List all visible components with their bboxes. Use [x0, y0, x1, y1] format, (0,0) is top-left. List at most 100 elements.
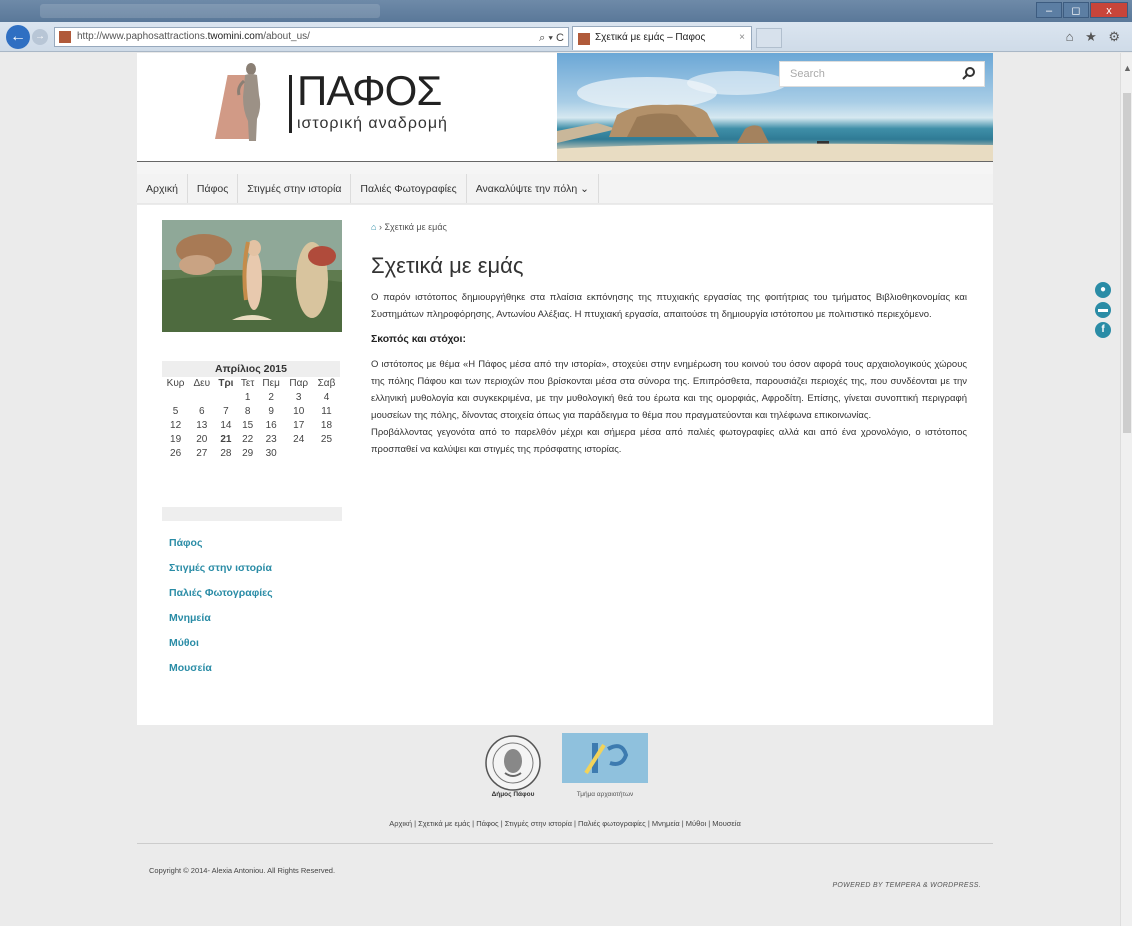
tab-close-icon[interactable]: ×	[739, 27, 745, 49]
contact-icon[interactable]: ▬	[1095, 302, 1111, 318]
section-heading: Σκοπός και στόχοι:	[371, 333, 466, 345]
calendar-day-cell: 27	[196, 448, 208, 459]
calendar-day-cell: 4	[323, 392, 330, 403]
logo-title: ΠΑΦΟΣ	[297, 67, 442, 114]
url-prefix: http://www.paphosattractions.	[77, 31, 208, 42]
breadcrumb: ⌂ › Σχετικά με εμάς	[371, 222, 447, 232]
close-window-button[interactable]: x	[1090, 2, 1128, 18]
sidebar-widget-header	[162, 507, 342, 521]
back-button[interactable]: ←	[6, 25, 30, 49]
calendar-day-cell: 12	[170, 420, 182, 431]
sidebar-link-pafos[interactable]: Πάφος	[169, 531, 273, 556]
calendar-day-header: Δευ	[193, 378, 211, 389]
sidebar-link-museums[interactable]: Μουσεία	[169, 656, 273, 681]
calendar-day-cell: 14	[220, 420, 232, 431]
user-icon[interactable]: ●	[1095, 282, 1111, 298]
home-icon[interactable]: ⌂	[371, 222, 376, 232]
footer-menu[interactable]: Αρχική | Σχετικά με εμάς | Πάφος | Στιγμ…	[137, 819, 993, 828]
powered-by-link[interactable]: POWERED BY TEMPERA & WORDPRESS.	[832, 882, 981, 889]
address-bar[interactable]: http://www.paphosattractions.twomini.com…	[54, 27, 569, 47]
taskbar-tabs	[40, 4, 380, 18]
site-favicon	[59, 31, 71, 43]
forward-button[interactable]: →	[32, 29, 48, 45]
calendar-day-cell: 22	[242, 434, 254, 445]
scroll-up-icon[interactable]: ▲	[1123, 63, 1132, 73]
calendar-week-row: 19 20 21 22 23 24 25	[162, 433, 340, 447]
sidebar-link-history[interactable]: Στιγμές στην ιστορία	[169, 556, 273, 581]
nav-item-discover[interactable]: Ανακαλύψτε την πόλη ⌄	[467, 174, 599, 203]
new-tab-button[interactable]	[756, 28, 782, 48]
sidebar-link-monuments[interactable]: Μνημεία	[169, 606, 273, 631]
logo-subtitle: ιστορική αναδρομή	[297, 115, 448, 132]
browser-icons[interactable]: ⌂ ★ ⚙	[1066, 29, 1124, 45]
calendar-day-cell: 29	[242, 448, 254, 459]
logo-bar	[289, 75, 292, 133]
scrollbar[interactable]: ▲	[1120, 53, 1132, 926]
site-logo[interactable]: ΠΑΦΟΣ ιστορική αναδρομή	[289, 67, 448, 133]
calendar-day-cell: 24	[293, 434, 305, 445]
calendar-day-cell: 5	[172, 406, 179, 417]
breadcrumb-current: Σχετικά με εμάς	[384, 222, 447, 232]
paragraph-history: Προβάλλοντας γεγονότα από το παρελθόν μέ…	[371, 427, 967, 455]
statue-icon	[237, 63, 261, 141]
maximize-button[interactable]: ◻	[1063, 2, 1089, 18]
nav-item-history[interactable]: Στιγμές στην ιστορία	[238, 174, 352, 203]
calendar-week-row: 26 27 28 29 30	[162, 447, 340, 461]
tab-favicon	[578, 33, 590, 45]
calendar-caption: Απρίλιος 2015	[162, 361, 340, 377]
main-navigation: Αρχική Πάφος Στιγμές στην ιστορία Παλιές…	[137, 174, 993, 204]
calendar-day-cell: 18	[320, 420, 333, 431]
calendar-day-cell: 26	[170, 448, 182, 459]
nav-item-pafos[interactable]: Πάφος	[188, 174, 239, 203]
calendar-day-cell: 20	[196, 434, 208, 445]
calendar-day-header: Κυρ	[166, 378, 185, 389]
page-title: Σχετικά με εμάς	[371, 253, 524, 278]
nav-item-home[interactable]: Αρχική	[137, 174, 188, 203]
calendar-table: Κυρ Δευ Τρι Τετ Πεμ Παρ Σαβ 1 2 3 4 5 6 7 8 9 10 11 12 13 1…	[162, 377, 340, 461]
municipality-logo[interactable]	[483, 733, 543, 793]
sidebar-link-myths[interactable]: Μύθοι	[169, 631, 273, 656]
calendar-day-cell: 17	[293, 420, 305, 431]
calendar-day-cell: 21	[220, 434, 232, 445]
sidebar-link-old-photos[interactable]: Παλιές Φωτογραφίες	[169, 581, 273, 606]
search-input[interactable]: Search	[779, 61, 985, 87]
calendar-day-header: Τετ	[240, 378, 255, 389]
facebook-icon[interactable]: f	[1095, 322, 1111, 338]
sidebar-painting-image	[162, 220, 342, 332]
calendar-day-cell: 10	[293, 406, 305, 417]
search-icon[interactable]	[962, 66, 976, 80]
footer-divider	[137, 843, 993, 844]
scrollbar-thumb[interactable]	[1123, 93, 1131, 433]
calendar-day-cell	[284, 447, 313, 461]
minimize-button[interactable]: –	[1036, 2, 1062, 18]
calendar-week-row: 1 2 3 4	[162, 391, 340, 405]
calendar-day-header: Πεμ	[262, 378, 280, 389]
calendar-day-cell: 2	[268, 392, 274, 403]
browser-toolbar: ← → http://www.paphosattractions.twomini…	[0, 22, 1132, 52]
page-container: ΠΑΦΟΣ ιστορική αναδρομή Search Αρχική Πά…	[137, 53, 993, 926]
header-divider	[137, 161, 993, 174]
municipality-logo-label: Δήμος Πάφου	[491, 791, 535, 798]
calendar-day-cell: 25	[320, 434, 333, 445]
calendar-day-cell: 9	[268, 406, 274, 417]
site-footer: Δήμος Πάφου Τμήμα αρχαιοτήτων Αρχική | Σ…	[137, 725, 993, 926]
site-header: ΠΑΦΟΣ ιστορική αναδρομή Search	[137, 53, 993, 161]
window-titlebar: – ◻ x	[0, 0, 1132, 22]
address-tools[interactable]: ⌕ ▾ C	[539, 29, 564, 46]
antiquities-logo[interactable]	[562, 733, 648, 783]
calendar-day-cell	[313, 447, 340, 461]
calendar-day-cell: 11	[321, 406, 332, 417]
copyright-text: Copyright © 2014- Alexia Antoniou. All R…	[149, 866, 336, 875]
calendar-week-row: 5 6 7 8 9 10 11	[162, 405, 340, 419]
calendar-day-cell: 15	[242, 420, 254, 431]
calendar-day-cell: 7	[223, 406, 229, 417]
calendar-day-cell: 13	[196, 420, 208, 431]
calendar-day-cell: 8	[244, 406, 251, 417]
nav-item-old-photos[interactable]: Παλιές Φωτογραφίες	[351, 174, 467, 203]
antiquities-logo-label: Τμήμα αρχαιοτήτων	[576, 791, 634, 798]
social-icons: ● ▬ f	[1095, 282, 1113, 342]
calendar-day-cell: 30	[265, 448, 277, 459]
browser-tab-active[interactable]: Σχετικά με εμάς – Παφος ×	[572, 26, 752, 50]
calendar-day-cell	[189, 391, 214, 405]
paragraph-goals: Ο ιστότοπος με θέμα «Η Πάφος μέσα από τη…	[371, 359, 967, 421]
